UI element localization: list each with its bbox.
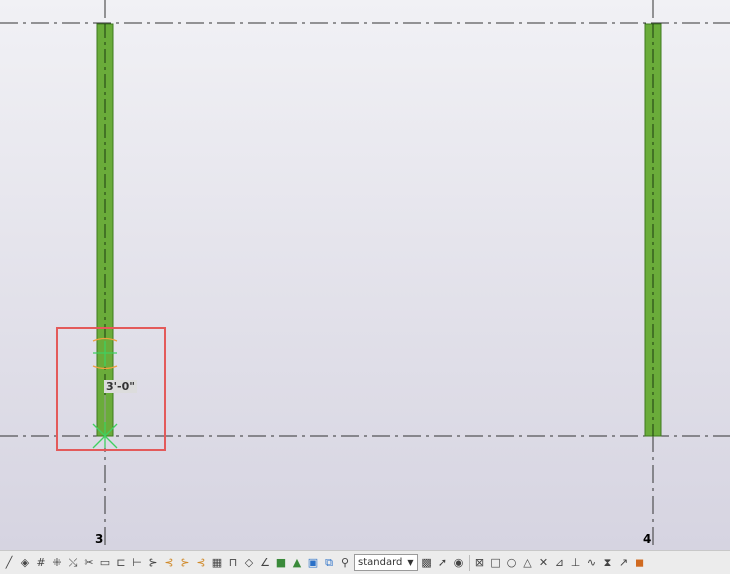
scissors-icon[interactable]: ✂ [82,556,96,570]
dimension-icon[interactable]: ⊥ [569,556,583,570]
chevron-down-icon: ▼ [407,558,414,567]
square-icon[interactable]: □ [489,556,503,570]
dimension-label[interactable]: 3'-0" [104,380,137,393]
model-viewport[interactable]: 3'-0" 3 4 [0,0,730,550]
bottom-toolbar: ╱ ◈ # ⁜ ⤯ ✂ ▭ ⊏ ⊢ ⊱ ⊰ ⊱ ⊰ ▦ ⊓ ◇ ∠ ■ ▲ ▣ … [0,550,730,574]
grid-label-3: 3 [95,532,104,546]
drawing-canvas [0,0,730,550]
line-icon[interactable]: ╱ [2,556,16,570]
grid-label-4: 4 [643,532,652,546]
angle-icon[interactable]: ∠ [258,556,272,570]
hourglass-icon[interactable]: ⧗ [601,556,615,570]
pattern-icon[interactable]: ▩ [420,556,434,570]
measure-icon[interactable]: ⊢ [130,556,144,570]
pointer-icon[interactable]: ➚ [436,556,450,570]
arrow-icon[interactable]: ↗ [617,556,631,570]
offset-icon[interactable]: ⊱ [146,556,160,570]
toolbar-separator [468,554,470,571]
snap-end-icon[interactable]: ⊰ [162,556,176,570]
box-x-icon[interactable]: ⊠ [473,556,487,570]
cube-icon[interactable]: ◈ [18,556,32,570]
pin-icon[interactable]: ⚲ [338,556,352,570]
group-icon[interactable]: ⧉ [322,556,336,570]
view-select-dropdown[interactable]: standard ▼ [354,554,418,571]
tree-icon[interactable]: ▲ [290,556,304,570]
cross-icon[interactable]: ✕ [537,556,551,570]
layer-icon[interactable]: ◇ [242,556,256,570]
corner-icon[interactable]: ⊿ [553,556,567,570]
blue-grid-icon[interactable]: ▣ [306,556,320,570]
eye-icon[interactable]: ◉ [452,556,466,570]
green-square-icon[interactable]: ■ [274,556,288,570]
stop-icon[interactable]: ◼ [633,556,647,570]
snap-mid-icon[interactable]: ⊱ [178,556,192,570]
snap-perp-icon[interactable]: ⊰ [194,556,208,570]
fill-icon[interactable]: ▦ [210,556,224,570]
wave-icon[interactable]: ∿ [585,556,599,570]
column-icon[interactable]: ⊓ [226,556,240,570]
circle-icon[interactable]: ○ [505,556,519,570]
view-select-value: standard [358,557,403,568]
snap-icon[interactable]: ⤯ [66,556,80,570]
align-icon[interactable]: ⊏ [114,556,128,570]
triangle-icon[interactable]: △ [521,556,535,570]
grid-icon[interactable]: # [34,556,48,570]
rectangle-icon[interactable]: ▭ [98,556,112,570]
grid-dots-icon[interactable]: ⁜ [50,556,64,570]
